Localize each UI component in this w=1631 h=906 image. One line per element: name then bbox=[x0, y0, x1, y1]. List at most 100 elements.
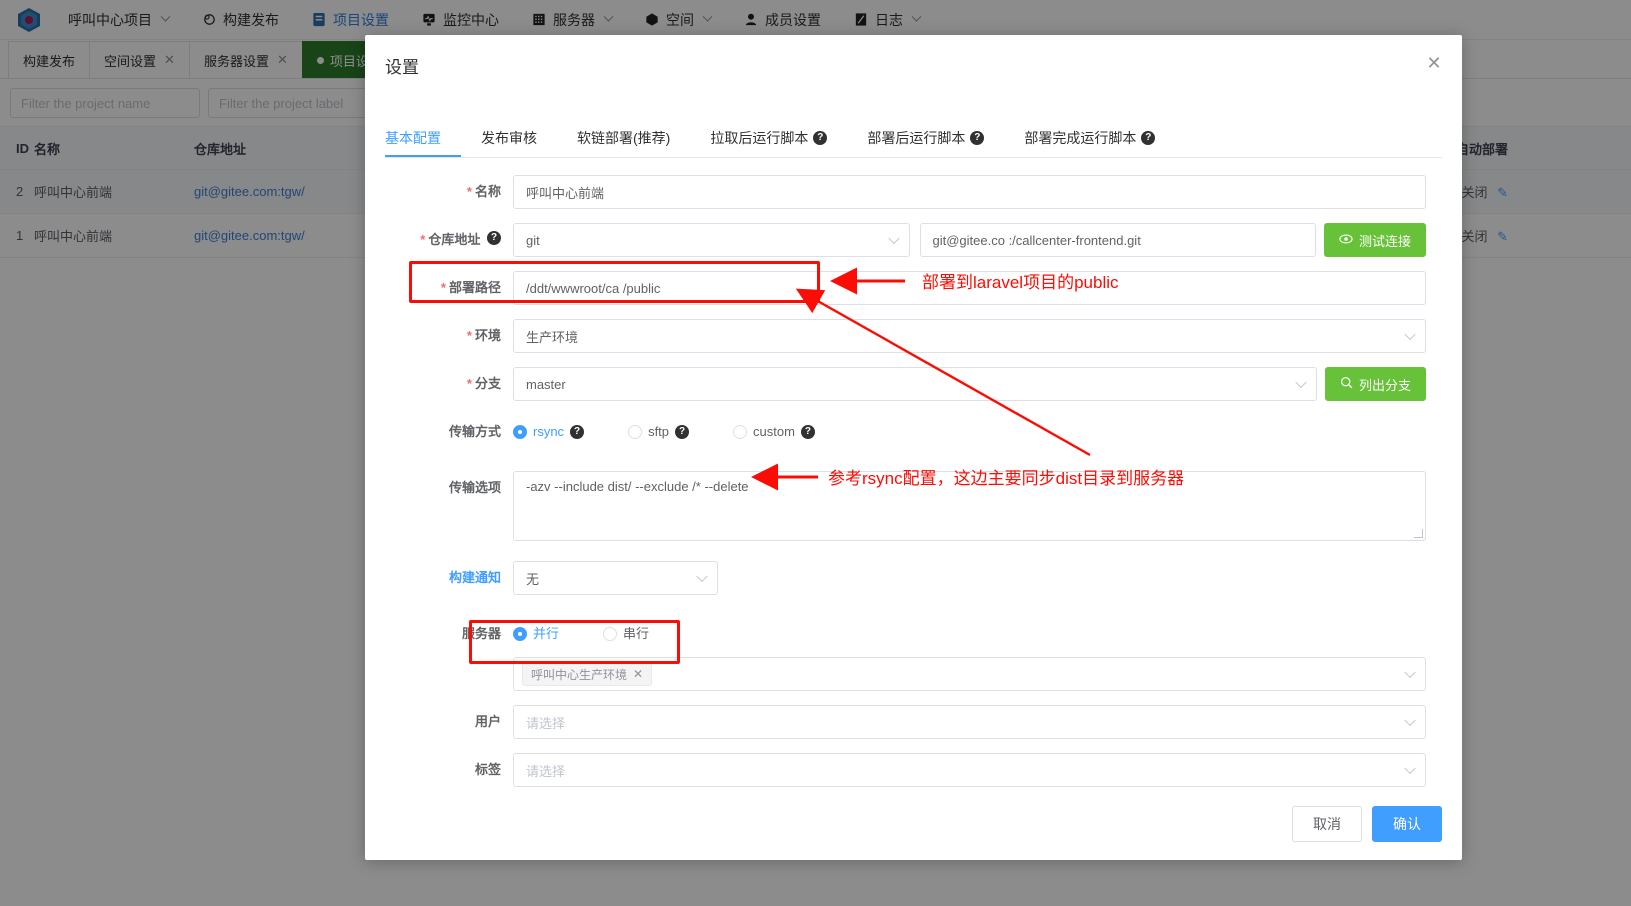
radio-label: rsync bbox=[533, 424, 565, 439]
label-deploy-path: * 部署路径 bbox=[365, 271, 513, 305]
label-build-notify[interactable]: 构建通知 bbox=[365, 561, 513, 595]
cancel-label: 取消 bbox=[1313, 816, 1341, 832]
name-input[interactable]: 呼叫中心前端 bbox=[513, 175, 1426, 209]
environment-value: 生产环境 bbox=[526, 329, 579, 345]
radio-indicator-icon bbox=[733, 425, 748, 439]
help-icon[interactable]: ? bbox=[813, 130, 828, 145]
label-user: 用户 bbox=[365, 705, 513, 739]
label-select[interactable]: 请选择 bbox=[513, 753, 1426, 787]
radio-custom[interactable]: custom ? bbox=[733, 415, 815, 449]
settings-dialog: 设置 ✕ 基本配置 发布审核 软链部署(推荐) 拉取后运行脚本 ? 部署后运行脚… bbox=[365, 35, 1462, 860]
radio-indicator-icon bbox=[603, 627, 618, 641]
label-transfer-options: 传输选项 bbox=[365, 471, 513, 505]
label-text: 标签 bbox=[474, 762, 501, 777]
resize-handle[interactable] bbox=[1414, 529, 1423, 538]
chevron-down-icon bbox=[1404, 714, 1416, 727]
repo-url-input[interactable]: git@gitee.co :/callcenter-frontend.git bbox=[919, 223, 1316, 257]
form-row-name: * 名称 呼叫中心前端 bbox=[365, 175, 1462, 209]
branch-select[interactable]: master bbox=[513, 367, 1317, 401]
tab-label: 基本配置 bbox=[385, 129, 441, 146]
label-server-mode: 服务器 bbox=[365, 617, 513, 651]
test-connection-button[interactable]: 测试连接 bbox=[1324, 223, 1427, 257]
tab-basic-config[interactable]: 基本配置 bbox=[385, 118, 461, 157]
label-repo: * 仓库地址 ? bbox=[365, 223, 513, 257]
close-icon[interactable]: ✕ bbox=[1422, 51, 1446, 75]
label-text: 构建通知 bbox=[448, 570, 501, 585]
deploy-path-input[interactable]: /ddt/wwwroot/ca /public bbox=[513, 271, 1426, 305]
form-row-transfer-mode: 传输方式 rsync ? sftp ? custom ? bbox=[365, 415, 1462, 449]
required-asterisk: * bbox=[466, 328, 472, 343]
cancel-button[interactable]: 取消 bbox=[1292, 806, 1362, 842]
confirm-label: 确认 bbox=[1393, 816, 1421, 832]
form-row-environment: * 环境 生产环境 bbox=[365, 319, 1462, 353]
tag-close-icon[interactable]: ✕ bbox=[633, 667, 643, 681]
tab-symlink-deploy[interactable]: 软链部署(推荐) bbox=[557, 118, 690, 157]
radio-indicator-icon bbox=[628, 425, 643, 439]
chevron-down-icon bbox=[1295, 376, 1307, 389]
environment-select[interactable]: 生产环境 bbox=[513, 319, 1426, 353]
transfer-options-textarea[interactable]: -azv --include dist/ --exclude /* --dele… bbox=[513, 471, 1426, 541]
label-text: 分支 bbox=[474, 376, 501, 391]
tab-post-pull-script[interactable]: 拉取后运行脚本 ? bbox=[690, 118, 847, 157]
radio-rsync[interactable]: rsync ? bbox=[513, 415, 585, 449]
chevron-down-icon bbox=[696, 570, 708, 583]
radio-label: sftp bbox=[648, 424, 670, 439]
label-servers-spacer bbox=[365, 657, 513, 691]
form-row-build-notify: 构建通知 无 bbox=[365, 561, 1462, 595]
build-notify-select[interactable]: 无 bbox=[513, 561, 718, 595]
label-label: 标签 bbox=[365, 753, 513, 787]
tab-label: 发布审核 bbox=[481, 129, 537, 146]
label-text: 传输选项 bbox=[448, 480, 501, 495]
help-icon[interactable]: ? bbox=[800, 425, 815, 439]
radio-label: custom bbox=[753, 424, 795, 439]
help-icon[interactable]: ? bbox=[487, 231, 501, 245]
radio-indicator-icon bbox=[513, 425, 527, 439]
help-icon[interactable]: ? bbox=[970, 130, 985, 145]
radio-serial[interactable]: 串行 bbox=[603, 617, 649, 651]
transfer-mode-radio-group: rsync ? sftp ? custom ? bbox=[513, 415, 859, 449]
server-tag: 呼叫中心生产环境 ✕ bbox=[522, 662, 653, 686]
servers-multiselect[interactable]: 呼叫中心生产环境 ✕ bbox=[513, 657, 1426, 691]
confirm-button[interactable]: 确认 bbox=[1372, 806, 1442, 842]
tab-release-review[interactable]: 发布审核 bbox=[461, 118, 557, 157]
chevron-down-icon bbox=[1404, 328, 1416, 341]
dialog-title: 设置 bbox=[385, 58, 419, 77]
server-tag-label: 呼叫中心生产环境 bbox=[531, 667, 628, 682]
label-placeholder: 请选择 bbox=[526, 763, 566, 779]
tab-label: 部署后运行脚本 bbox=[867, 129, 966, 146]
deploy-path-value: /ddt/wwwroot/ca /public bbox=[526, 280, 661, 296]
form-row-server-mode: 服务器 并行 串行 bbox=[365, 617, 1462, 651]
required-asterisk: * bbox=[466, 184, 472, 199]
label-text: 部署路径 bbox=[448, 280, 501, 295]
tab-deploy-complete-script[interactable]: 部署完成运行脚本 ? bbox=[1004, 118, 1175, 157]
help-icon[interactable]: ? bbox=[570, 425, 585, 439]
repo-protocol-value: git bbox=[526, 232, 540, 248]
repo-url-value: git@gitee.co :/callcenter-frontend.git bbox=[932, 232, 1141, 248]
dialog-tabs: 基本配置 发布审核 软链部署(推荐) 拉取后运行脚本 ? 部署后运行脚本 ? 部… bbox=[385, 118, 1442, 158]
tab-label: 软链部署(推荐) bbox=[577, 129, 671, 146]
chevron-down-icon bbox=[1404, 666, 1416, 679]
label-text: 用户 bbox=[474, 714, 501, 729]
user-select[interactable]: 请选择 bbox=[513, 705, 1426, 739]
form-row-label: 标签 请选择 bbox=[365, 753, 1462, 787]
tab-post-deploy-script[interactable]: 部署后运行脚本 ? bbox=[847, 118, 1004, 157]
list-branches-button[interactable]: 列出分支 bbox=[1324, 367, 1426, 401]
radio-sftp[interactable]: sftp ? bbox=[628, 415, 690, 449]
branch-value: master bbox=[526, 376, 566, 392]
tab-label: 部署完成运行脚本 bbox=[1024, 129, 1137, 146]
tab-label: 拉取后运行脚本 bbox=[710, 129, 809, 146]
repo-protocol-select[interactable]: git bbox=[513, 223, 910, 257]
label-text: 环境 bbox=[474, 328, 501, 343]
dialog-footer: 取消 确认 bbox=[1292, 806, 1442, 842]
help-icon[interactable]: ? bbox=[1141, 130, 1156, 145]
label-branch: * 分支 bbox=[365, 367, 513, 401]
label-text: 服务器 bbox=[461, 626, 501, 641]
radio-parallel[interactable]: 并行 bbox=[513, 617, 559, 651]
form-row-transfer-options: 传输选项 -azv --include dist/ --exclude /* -… bbox=[365, 471, 1462, 541]
label-name: * 名称 bbox=[365, 175, 513, 209]
radio-indicator-icon bbox=[513, 627, 527, 641]
label-environment: * 环境 bbox=[365, 319, 513, 353]
form-row-servers: 呼叫中心生产环境 ✕ bbox=[365, 657, 1462, 691]
required-asterisk: * bbox=[466, 376, 472, 391]
help-icon[interactable]: ? bbox=[675, 425, 690, 439]
